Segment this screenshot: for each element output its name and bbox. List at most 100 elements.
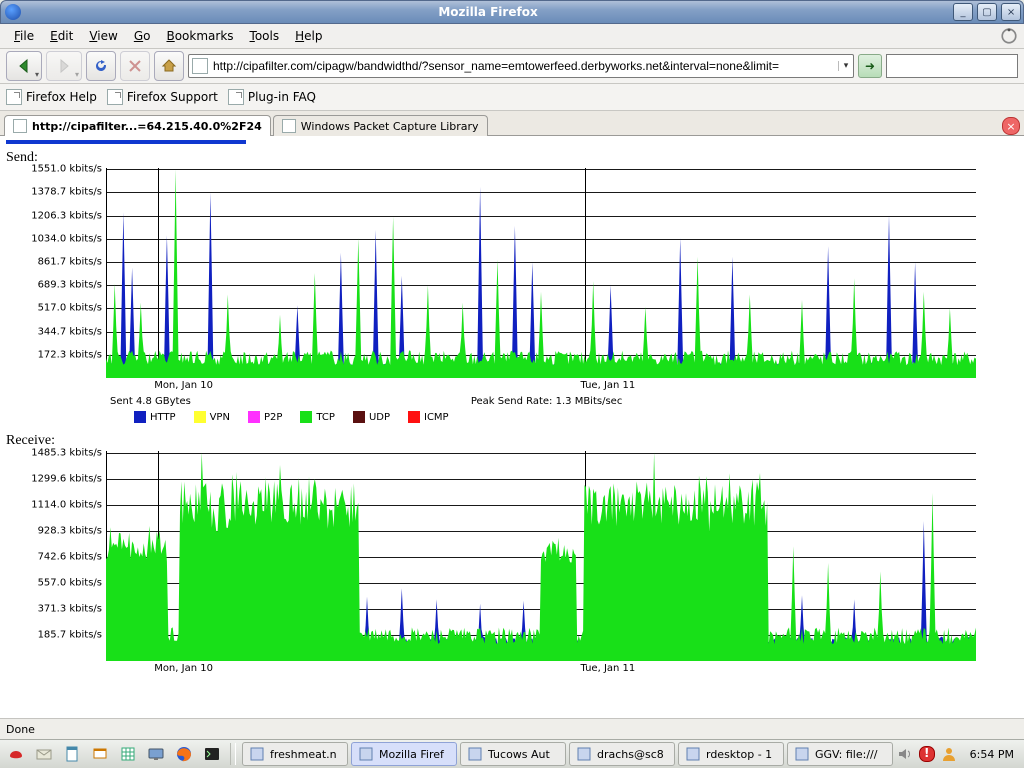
tab-icon — [282, 119, 296, 133]
y-tick: 928.3 kbits/s — [38, 526, 106, 537]
task-1[interactable]: Mozilla Firef — [351, 742, 457, 766]
launcher-writer[interactable] — [60, 742, 84, 766]
minimize-button[interactable]: _ — [953, 3, 973, 21]
window-titlebar: Mozilla Firefox _ ▢ × — [0, 0, 1024, 24]
y-tick: 344.7 kbits/s — [38, 326, 106, 337]
system-taskbar: freshmeat.nMozilla FirefTucows Autdrachs… — [0, 739, 1024, 768]
launcher-calc[interactable] — [116, 742, 140, 766]
task-3[interactable]: drachs@sc8 — [569, 742, 675, 766]
tab-bar: http://cipafilter...=64.215.40.0%2F24 Wi… — [0, 111, 1024, 136]
tab-icon — [13, 119, 27, 133]
legend-item: ICMP — [408, 411, 449, 423]
bookmark-icon — [6, 89, 22, 105]
task-icon — [794, 746, 810, 762]
chart-send: 172.3 kbits/s344.7 kbits/s517.0 kbits/s6… — [106, 168, 976, 378]
menu-bar: File Edit View Go Bookmarks Tools Help — [0, 24, 1024, 49]
tab-1[interactable]: Windows Packet Capture Library — [273, 115, 488, 136]
user-icon[interactable] — [941, 746, 957, 762]
reload-button[interactable] — [86, 51, 116, 81]
tab-close-button[interactable]: × — [1002, 117, 1020, 135]
bookmark-firefox-help[interactable]: Firefox Help — [6, 89, 97, 105]
y-tick: 1299.6 kbits/s — [31, 474, 106, 485]
y-tick: 1206.3 kbits/s — [31, 210, 106, 221]
legend-item: UDP — [353, 411, 390, 423]
menu-tools[interactable]: Tools — [242, 27, 288, 45]
y-tick: 742.6 kbits/s — [38, 552, 106, 563]
task-icon — [685, 746, 701, 762]
menu-help[interactable]: Help — [287, 27, 330, 45]
task-4[interactable]: rdesktop - 1 — [678, 742, 784, 766]
task-2[interactable]: Tucows Aut — [460, 742, 566, 766]
menu-file[interactable]: File — [6, 27, 42, 45]
url-bar[interactable]: ▾ — [188, 54, 854, 78]
menu-bookmarks[interactable]: Bookmarks — [158, 27, 241, 45]
close-button[interactable]: × — [1001, 3, 1021, 21]
launcher-display[interactable] — [144, 742, 168, 766]
launcher-redhat[interactable] — [4, 742, 28, 766]
bookmarks-toolbar: Firefox Help Firefox Support Plug-in FAQ — [0, 84, 1024, 111]
bookmark-plugin-faq[interactable]: Plug-in FAQ — [228, 89, 316, 105]
window-title: Mozilla Firefox — [438, 5, 537, 19]
status-text: Done — [6, 723, 35, 736]
back-button[interactable]: ▾ — [6, 51, 42, 81]
taskbar-clock[interactable]: 6:54 PM — [964, 748, 1020, 761]
stop-button[interactable] — [120, 51, 150, 81]
y-tick: 1378.7 kbits/s — [31, 187, 106, 198]
tab-0[interactable]: http://cipafilter...=64.215.40.0%2F24 — [4, 115, 271, 136]
page-viewport: Send: 172.3 kbits/s344.7 kbits/s517.0 kbi… — [0, 136, 1024, 718]
go-button[interactable]: ➜ — [858, 54, 882, 78]
task-icon — [249, 746, 265, 762]
url-input[interactable] — [211, 59, 838, 73]
y-tick: 861.7 kbits/s — [38, 257, 106, 268]
search-input[interactable] — [893, 58, 1024, 74]
bookmark-firefox-support[interactable]: Firefox Support — [107, 89, 218, 105]
search-box[interactable] — [886, 54, 1018, 78]
task-icon — [576, 746, 592, 762]
x-tick: Tue, Jan 11 — [581, 661, 636, 674]
task-0[interactable]: freshmeat.n — [242, 742, 348, 766]
legend-item: TCP — [300, 411, 335, 423]
legend: HTTP VPN P2P TCP UDP ICMP — [134, 411, 1022, 423]
legend-item: P2P — [248, 411, 282, 423]
nav-toolbar: ▾ ▾ ▾ ➜ — [0, 49, 1024, 84]
launcher-impress[interactable] — [88, 742, 112, 766]
stat-left: Sent 4.8 GBytes — [110, 396, 191, 407]
x-tick: Tue, Jan 11 — [581, 378, 636, 391]
bookmark-icon — [107, 89, 123, 105]
x-tick: Mon, Jan 10 — [154, 661, 213, 674]
status-bar: Done — [0, 718, 1024, 739]
y-tick: 689.3 kbits/s — [38, 280, 106, 291]
stat-right: Peak Send Rate: 1.3 MBits/sec — [471, 396, 622, 407]
task-icon — [467, 746, 483, 762]
launcher-mail[interactable] — [32, 742, 56, 766]
page-icon — [192, 58, 208, 74]
legend-item: VPN — [194, 411, 230, 423]
bookmark-icon — [228, 89, 244, 105]
home-button[interactable] — [154, 51, 184, 81]
throbber-icon — [1000, 27, 1018, 45]
menu-go[interactable]: Go — [126, 27, 159, 45]
launcher-terminal[interactable] — [200, 742, 224, 766]
menu-edit[interactable]: Edit — [42, 27, 81, 45]
forward-button[interactable]: ▾ — [46, 51, 82, 81]
y-tick: 1114.0 kbits/s — [31, 500, 106, 511]
y-tick: 1034.0 kbits/s — [31, 233, 106, 244]
task-5[interactable]: GGV: file:/// — [787, 742, 893, 766]
url-history-drop[interactable]: ▾ — [838, 61, 853, 71]
legend-item: HTTP — [134, 411, 176, 423]
y-tick: 557.0 kbits/s — [38, 578, 106, 589]
chart-title: Send: — [6, 150, 1022, 166]
task-icon — [358, 746, 374, 762]
x-tick: Mon, Jan 10 — [154, 378, 213, 391]
y-tick: 172.3 kbits/s — [38, 349, 106, 360]
alert-icon[interactable]: ! — [919, 746, 935, 762]
y-tick: 371.3 kbits/s — [38, 604, 106, 615]
y-tick: 185.7 kbits/s — [38, 630, 106, 641]
page-accent-bar — [6, 140, 246, 144]
app-icon — [5, 4, 21, 20]
menu-view[interactable]: View — [81, 27, 125, 45]
y-tick: 1551.0 kbits/s — [31, 164, 106, 175]
launcher-firefox[interactable] — [172, 742, 196, 766]
volume-icon[interactable] — [897, 746, 913, 762]
maximize-button[interactable]: ▢ — [977, 3, 997, 21]
